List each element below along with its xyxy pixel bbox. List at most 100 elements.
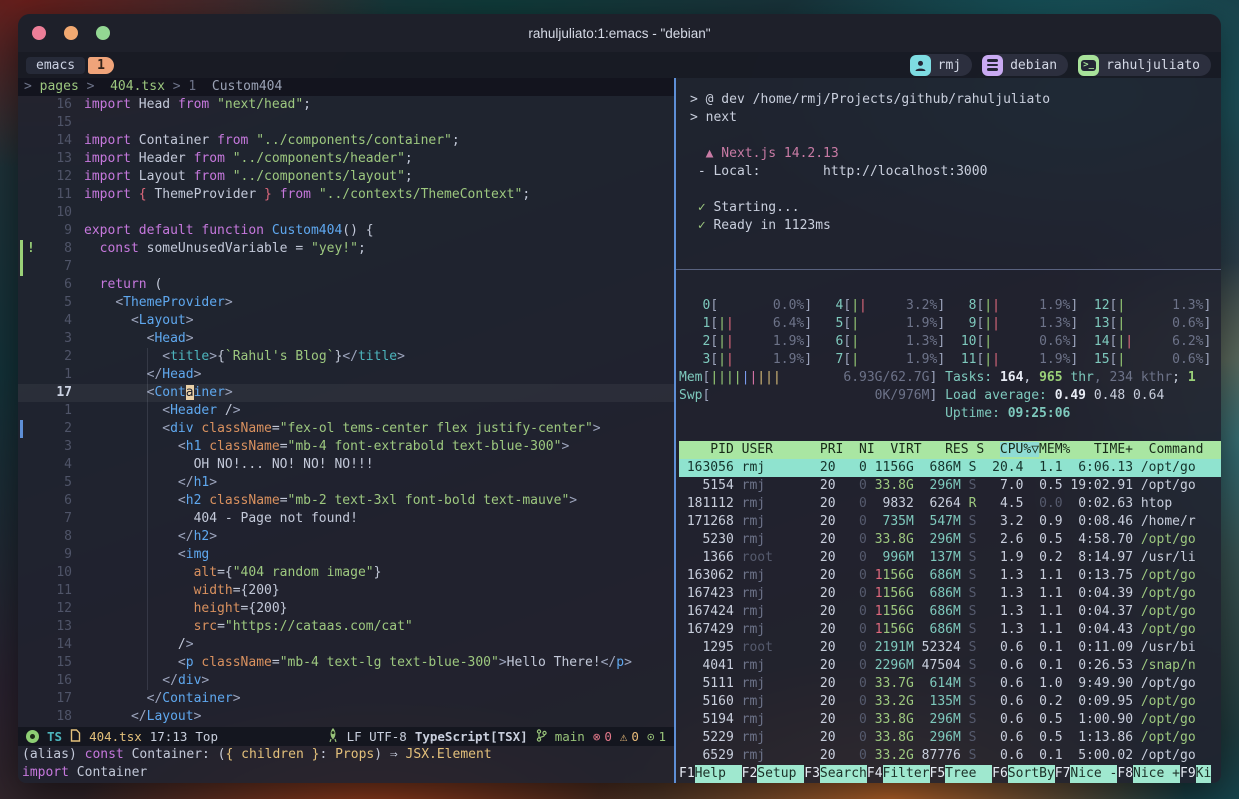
process-row[interactable]: 5111 rmj 20 0 33.7G 614M S 0.6 1.0 9:49.… xyxy=(679,675,1221,693)
process-row[interactable]: 1295 root 20 0 2191M 52324 S 0.6 0.1 0:1… xyxy=(679,639,1221,657)
token: | xyxy=(734,370,742,385)
code-line[interactable]: 16import Head from "next/head"; xyxy=(18,96,674,114)
code-line[interactable]: 2 <title>{`Rahul's Blog`}</title> xyxy=(18,348,674,366)
column-headers[interactable]: PID USER PRI NI VIRT RES S xyxy=(679,442,1000,457)
sort-column-header[interactable]: CPU%▽ xyxy=(1000,442,1039,457)
fkey-button-tree[interactable]: Tree xyxy=(945,765,992,783)
code-line[interactable]: 1 </Head> xyxy=(18,366,674,384)
code-line[interactable]: 8 </h2> xyxy=(18,528,674,546)
process-row[interactable]: 167423 rmj 20 0 1156G 686M S 1.3 1.1 0:0… xyxy=(679,585,1221,603)
code-line[interactable]: 14 /> xyxy=(18,636,674,654)
process-row[interactable]: 181112 rmj 20 0 9832 6264 R 4.5 0.0 0:02… xyxy=(679,495,1221,513)
code-line[interactable]: 6 <h2 className="mb-2 text-3xl font-bold… xyxy=(18,492,674,510)
cpu-meter-row: 2[|| 1.9%] 6[| 1.3%] 10[| 0.6%] 14[|| 6.… xyxy=(679,333,1221,351)
code-line[interactable]: 2 <div className="fex-ol tems-center fle… xyxy=(18,420,674,438)
process-row[interactable]: 167429 rmj 20 0 1156G 686M S 1.3 1.1 0:0… xyxy=(679,621,1221,639)
fkey-button-setup[interactable]: Setup xyxy=(757,765,804,783)
code-line[interactable]: 13 src="https://cataas.com/cat" xyxy=(18,618,674,636)
code-line[interactable]: 18 </Layout> xyxy=(18,708,674,726)
fkey-button-help[interactable]: Help xyxy=(695,765,742,783)
code-line[interactable]: 6 return ( xyxy=(18,276,674,294)
token: 5229 xyxy=(679,730,734,745)
terminal-pane[interactable]: > @ dev /home/rmj/Projects/github/rahulj… xyxy=(674,78,1221,783)
token: S xyxy=(961,532,977,547)
code-line[interactable]: 16 </div> xyxy=(18,672,674,690)
code-line[interactable]: 15 xyxy=(18,114,674,132)
token: 20 xyxy=(812,496,835,511)
process-row[interactable]: 163062 rmj 20 0 1156G 686M S 1.3 1.1 0:1… xyxy=(679,567,1221,585)
token: | xyxy=(765,370,773,385)
process-row[interactable]: 5154 rmj 20 0 33.8G 296M S 7.0 0.5 19:02… xyxy=(679,477,1221,495)
process-row[interactable]: 1366 root 20 0 996M 137M S 1.9 0.2 8:14.… xyxy=(679,549,1221,567)
process-row[interactable]: 6529 rmj 20 0 33.2G 87776 S 0.6 0.1 5:00… xyxy=(679,747,1221,765)
process-row[interactable]: 171268 rmj 20 0 735M 547M S 3.2 0.9 0:08… xyxy=(679,513,1221,531)
code-line[interactable]: 12import Layout from "../components/layo… xyxy=(18,168,674,186)
htop-monitor[interactable]: 0[ 0.0%] 4[|| 3.2%] 8[|| 1.9%] 12[| 1.3%… xyxy=(676,270,1221,783)
line-number: 17 xyxy=(34,384,72,402)
code-line[interactable]: 4 <Layout> xyxy=(18,312,674,330)
fkey-button-nice -[interactable]: Nice - xyxy=(1070,765,1117,783)
fkey-button-sortby[interactable]: SortBy xyxy=(1008,765,1055,783)
code-line[interactable]: 9 <img xyxy=(18,546,674,564)
token: [ xyxy=(710,316,718,331)
token: Custom404 xyxy=(272,223,342,238)
modeline-branch[interactable]: main xyxy=(555,729,585,744)
code-line[interactable]: 9export default function Custom404() { xyxy=(18,222,674,240)
token: | xyxy=(718,352,726,367)
process-row[interactable]: 167424 rmj 20 0 1156G 686M S 1.3 1.1 0:0… xyxy=(679,603,1221,621)
column-headers[interactable]: MEM% TIME+ Command xyxy=(1039,442,1203,457)
code-line[interactable]: 5 <ThemeProvider> xyxy=(18,294,674,312)
token: 9 xyxy=(961,316,977,331)
token: Container: ( xyxy=(132,747,226,762)
process-row[interactable]: 5230 rmj 20 0 33.8G 296M S 2.6 0.5 4:58.… xyxy=(679,531,1221,549)
fkey-button-filter[interactable]: Filter xyxy=(883,765,930,783)
token: /snap/n xyxy=(1133,658,1196,673)
code-line[interactable]: 1 <Header /> xyxy=(18,402,674,420)
code-line[interactable]: 11 width={200} xyxy=(18,582,674,600)
code-line[interactable]: 4 OH NO!... NO! NO! NO!!! xyxy=(18,456,674,474)
code-line[interactable]: 3 <h1 className="mb-4 font-extrabold tex… xyxy=(18,438,674,456)
fkey-button-ki[interactable]: Ki xyxy=(1196,765,1212,783)
process-row[interactable]: 4041 rmj 20 0 2296M 47504 S 0.6 0.1 0:26… xyxy=(679,657,1221,675)
dev-server-terminal[interactable]: > @ dev /home/rmj/Projects/github/rahulj… xyxy=(676,78,1221,269)
token: ; xyxy=(1172,370,1188,385)
code-line[interactable]: 10 xyxy=(18,204,674,222)
process-table-header[interactable]: PID USER PRI NI VIRT RES S CPU%▽MEM% TIM… xyxy=(679,441,1221,459)
fkey-label: F6 xyxy=(992,765,1008,783)
fkey-label: F4 xyxy=(867,765,883,783)
code-line[interactable]: 12 height={200} xyxy=(18,600,674,618)
token xyxy=(84,313,131,328)
code-line[interactable]: 5 </h1> xyxy=(18,474,674,492)
modeline-major-mode[interactable]: TypeScript[TSX] xyxy=(415,729,528,744)
code-line[interactable]: 13import Header from "../components/head… xyxy=(18,150,674,168)
emacs-pane[interactable]: > pages > 404.tsx > 1 Custom404 16import… xyxy=(18,78,674,783)
tmux-window-name[interactable]: emacs xyxy=(26,57,85,74)
code-line[interactable]: 3 <Head> xyxy=(18,330,674,348)
token: ; xyxy=(405,169,413,184)
fkey-button-search[interactable]: Search xyxy=(820,765,867,783)
fkey-button-nice +[interactable]: Nice + xyxy=(1133,765,1180,783)
process-row[interactable]: 5194 rmj 20 0 33.8G 296M S 0.6 0.5 1:00.… xyxy=(679,711,1221,729)
token: 0.5 xyxy=(1023,478,1062,493)
code-line[interactable]: 17 <Container> xyxy=(18,384,674,402)
code-line[interactable]: 10 alt={"404 random image"} xyxy=(18,564,674,582)
code-line[interactable]: 7 xyxy=(18,258,674,276)
process-row[interactable]: 163056 rmj 20 0 1156G 686M S 20.4 1.1 6:… xyxy=(679,459,1221,477)
token: /opt/go xyxy=(1133,748,1196,763)
token: 4 xyxy=(828,298,844,313)
code-line[interactable]: 11import { ThemeProvider } from "../cont… xyxy=(18,186,674,204)
token xyxy=(84,583,194,598)
tmux-status-bar: emacs 1 rmj debian >_ rahuljuliato xyxy=(18,52,1221,78)
process-row[interactable]: 5229 rmj 20 0 33.8G 296M S 0.6 0.5 1:13.… xyxy=(679,729,1221,747)
code-line[interactable]: 17 </Container> xyxy=(18,690,674,708)
tmux-window-tab[interactable]: emacs 1 xyxy=(26,57,114,74)
code-line[interactable]: 14import Container from "../components/c… xyxy=(18,132,674,150)
code-editor[interactable]: 16import Head from "next/head";1514impor… xyxy=(18,96,674,727)
line-number: 17 xyxy=(34,690,72,708)
process-row[interactable]: 5160 rmj 20 0 33.2G 135M S 0.6 0.2 0:09.… xyxy=(679,693,1221,711)
code-line[interactable]: !8 const someUnusedVariable = "yey!"; xyxy=(18,240,674,258)
code-line[interactable]: 7 404 - Page not found! xyxy=(18,510,674,528)
code-line[interactable]: 15 <p className="mb-4 text-lg text-blue-… xyxy=(18,654,674,672)
token: /opt/go xyxy=(1133,460,1196,475)
token: 0 xyxy=(836,658,867,673)
